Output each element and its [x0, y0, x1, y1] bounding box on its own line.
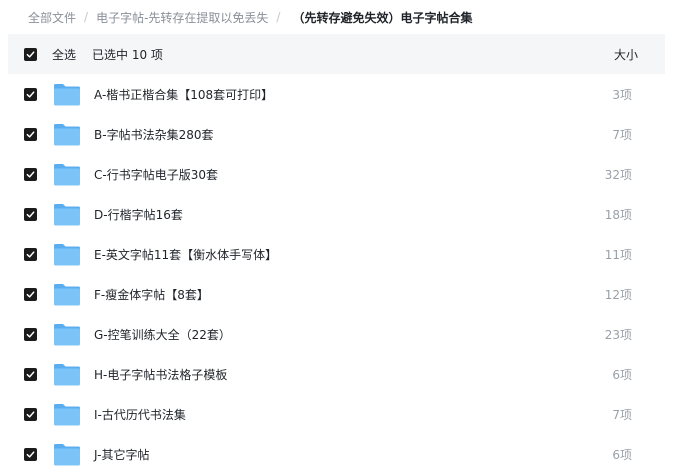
folder-icon	[54, 284, 80, 306]
file-name[interactable]: C-行书字帖电子版30套	[94, 166, 218, 183]
selected-count: 已选中 10 项	[92, 47, 163, 62]
file-name[interactable]: I-古代历代书法集	[94, 406, 186, 423]
row-checkbox[interactable]	[24, 287, 37, 301]
file-name[interactable]: B-字帖书法杂集280套	[94, 126, 213, 143]
check-icon	[26, 210, 35, 218]
item-count: 7项	[612, 127, 632, 142]
check-icon	[26, 450, 35, 458]
check-icon	[26, 370, 35, 378]
item-count: 3项	[612, 87, 632, 102]
row-checkbox[interactable]	[24, 407, 37, 421]
file-row[interactable]: B-字帖书法杂集280套 7项	[8, 114, 665, 154]
file-name[interactable]: G-控笔训练大全（22套）	[94, 326, 231, 343]
folder-icon	[54, 204, 80, 226]
file-list: A-楷书正楷合集【108套可打印】 3项 B-字帖书法杂集280套 7项 C-行…	[8, 74, 665, 472]
file-row[interactable]: E-英文字帖11套【衡水体手写体】 11项	[8, 234, 665, 274]
row-checkbox[interactable]	[24, 327, 37, 341]
file-row[interactable]: H-电子字帖书法格子模板 6项	[8, 354, 665, 394]
row-checkbox[interactable]	[24, 207, 37, 221]
folder-icon	[54, 404, 80, 426]
check-icon	[26, 170, 35, 178]
item-count: 6项	[612, 447, 632, 462]
breadcrumb-parent[interactable]: 电子字帖-先转存在提取以免丢失	[96, 9, 268, 26]
file-name[interactable]: E-英文字帖11套【衡水体手写体】	[94, 246, 277, 263]
file-row[interactable]: D-行楷字帖16套 18项	[8, 194, 665, 234]
folder-icon	[54, 244, 80, 266]
file-row[interactable]: A-楷书正楷合集【108套可打印】 3项	[8, 74, 665, 114]
file-name[interactable]: J-其它字帖	[94, 446, 149, 463]
item-count: 18项	[604, 207, 632, 222]
select-all-checkbox[interactable]	[24, 47, 37, 61]
file-row[interactable]: F-瘦金体字帖【8套】 12项	[8, 274, 665, 314]
item-count: 7项	[612, 407, 632, 422]
file-row[interactable]: I-古代历代书法集 7项	[8, 394, 665, 434]
file-row[interactable]: G-控笔训练大全（22套） 23项	[8, 314, 665, 354]
file-row[interactable]: J-其它字帖 6项	[8, 434, 665, 472]
list-header: 全选 已选中 10 项 大小	[8, 34, 665, 74]
check-icon	[26, 410, 35, 418]
folder-icon	[54, 84, 80, 106]
row-checkbox[interactable]	[24, 167, 37, 181]
check-icon	[26, 290, 35, 298]
file-name[interactable]: H-电子字帖书法格子模板	[94, 366, 227, 383]
row-checkbox[interactable]	[24, 367, 37, 381]
item-count: 23项	[604, 327, 632, 342]
row-checkbox[interactable]	[24, 127, 37, 141]
file-name[interactable]: A-楷书正楷合集【108套可打印】	[94, 86, 273, 103]
folder-icon	[54, 164, 80, 186]
file-row[interactable]: C-行书字帖电子版30套 32项	[8, 154, 665, 194]
folder-icon	[54, 124, 80, 146]
check-icon	[26, 330, 35, 338]
check-icon	[26, 50, 35, 58]
check-icon	[26, 250, 35, 258]
item-count: 11项	[604, 247, 632, 262]
breadcrumb-separator: /	[276, 10, 281, 24]
breadcrumb: 全部文件 / 电子字帖-先转存在提取以免丢失 / （先转存避免失效）电子字帖合集	[0, 0, 673, 34]
check-icon	[26, 90, 35, 98]
folder-icon	[54, 324, 80, 346]
check-icon	[26, 130, 35, 138]
row-checkbox[interactable]	[24, 87, 37, 101]
folder-icon	[54, 364, 80, 386]
row-checkbox[interactable]	[24, 247, 37, 261]
file-name[interactable]: F-瘦金体字帖【8套】	[94, 286, 209, 303]
size-column-header[interactable]: 大小	[614, 46, 638, 63]
item-count: 6项	[612, 367, 632, 382]
breadcrumb-root[interactable]: 全部文件	[28, 9, 76, 26]
breadcrumb-separator: /	[84, 10, 89, 24]
row-checkbox[interactable]	[24, 447, 37, 461]
file-name[interactable]: D-行楷字帖16套	[94, 206, 183, 223]
select-all-label: 全选	[52, 47, 77, 62]
folder-icon	[54, 444, 80, 466]
breadcrumb-current: （先转存避免失效）电子字帖合集	[292, 10, 473, 25]
item-count: 12项	[604, 287, 632, 302]
item-count: 32项	[604, 167, 632, 182]
